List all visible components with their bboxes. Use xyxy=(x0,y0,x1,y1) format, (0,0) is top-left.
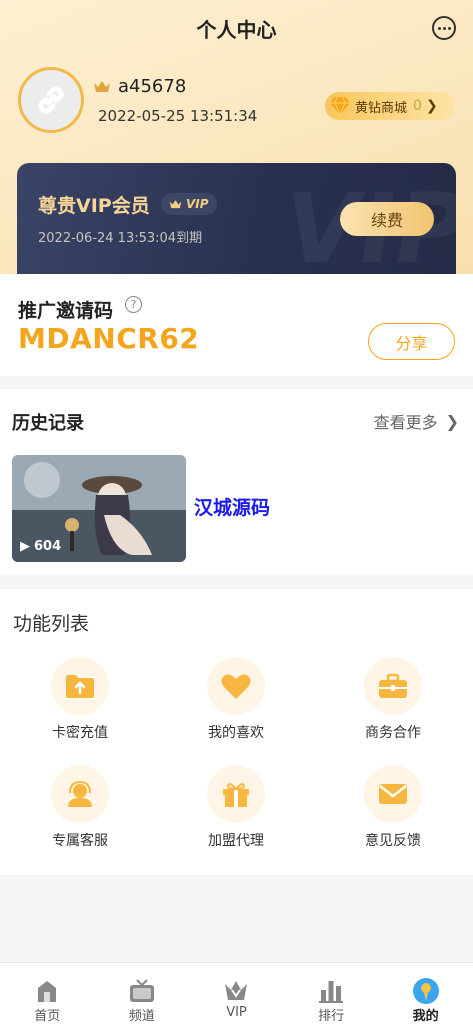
profile-header: 个人中心 a45678 2022-05-25 13:51:34 黄钻商城 0 ❯… xyxy=(0,0,473,274)
registration-time: 2022-05-25 13:51:34 xyxy=(98,107,258,125)
func-label: 专属客服 xyxy=(52,833,108,849)
function-list-title: 功能列表 xyxy=(13,613,90,635)
func-business[interactable]: 商务合作 xyxy=(328,657,458,742)
tab-label: 我的 xyxy=(412,1009,439,1024)
bottom-tab-bar: 首页 频道 VIP 排行 我的 xyxy=(0,962,473,1024)
diamond-mall-label: 黄钻商城 xyxy=(355,100,408,116)
profile-icon xyxy=(412,978,439,1004)
views-count: 604 xyxy=(34,539,62,554)
func-agent[interactable]: 加盟代理 xyxy=(171,765,301,850)
func-feedback[interactable]: 意见反馈 xyxy=(328,765,458,850)
crown-icon xyxy=(169,199,182,208)
diamond-mall-button[interactable]: 黄钻商城 0 ❯ xyxy=(325,92,455,120)
tab-label: 排行 xyxy=(318,1009,345,1024)
history-more-link[interactable]: 查看更多 ❯ xyxy=(374,409,459,433)
tab-label: 首页 xyxy=(34,1009,61,1024)
history-more-label: 查看更多 xyxy=(373,413,438,432)
home-icon xyxy=(38,981,57,1002)
video-title[interactable]: 汉城源码 xyxy=(194,493,270,520)
invite-code: MDANCR62 xyxy=(18,322,200,355)
page-title: 个人中心 xyxy=(196,18,277,42)
mail-icon xyxy=(379,784,407,804)
help-icon[interactable]: ? xyxy=(125,296,142,313)
tab-label: VIP xyxy=(226,1005,247,1020)
heart-icon xyxy=(221,674,251,699)
history-title: 历史记录 xyxy=(12,413,84,434)
chevron-right-icon: ❯ xyxy=(425,98,438,114)
func-label: 商务合作 xyxy=(365,725,421,741)
vip-badge-label: VIP xyxy=(186,197,209,211)
history-section: 历史记录 查看更多 ❯ ▶ 604 汉城源码 xyxy=(0,389,473,575)
views-counter: ▶ 604 xyxy=(20,539,61,554)
link-icon xyxy=(38,86,64,114)
tab-ranking[interactable]: 排行 xyxy=(284,963,379,1024)
vip-title: 尊贵VIP会员 xyxy=(38,195,150,217)
diamond-icon xyxy=(330,96,350,116)
tab-channel[interactable]: 频道 xyxy=(95,963,190,1024)
func-customer-service[interactable]: 专属客服 xyxy=(15,765,145,850)
headset-icon xyxy=(68,780,92,807)
renew-button[interactable]: 续费 xyxy=(340,202,434,236)
function-list-section: 功能列表 卡密充值 我的喜欢 商务合作 专属客服 加盟代理 意见反馈 xyxy=(0,589,473,875)
vip-icon xyxy=(225,981,248,1000)
invite-label: 推广邀请码 xyxy=(18,300,114,322)
tab-label: 频道 xyxy=(128,1009,155,1024)
briefcase-icon xyxy=(379,673,407,698)
video-thumbnail[interactable]: ▶ 604 xyxy=(12,455,186,562)
diamond-count: 0 xyxy=(413,98,422,114)
func-label: 意见反馈 xyxy=(365,833,421,849)
vip-expire-date: 2022-06-24 13:53:04到期 xyxy=(38,231,203,246)
func-my-likes[interactable]: 我的喜欢 xyxy=(171,657,301,742)
crown-icon xyxy=(94,81,110,92)
gift-icon xyxy=(223,783,249,807)
func-label: 我的喜欢 xyxy=(208,725,264,741)
vip-card: VIP 尊贵VIP会员 VIP 2022-06-24 13:53:04到期 续费 xyxy=(17,163,456,274)
chevron-right-icon: ❯ xyxy=(445,411,459,431)
vip-badge: VIP xyxy=(161,193,217,215)
func-card-recharge[interactable]: 卡密充值 xyxy=(15,657,145,742)
avatar[interactable] xyxy=(18,67,84,133)
username: a45678 xyxy=(118,76,187,97)
tv-icon xyxy=(129,979,154,1002)
more-options-icon[interactable] xyxy=(432,16,456,40)
func-label: 加盟代理 xyxy=(208,833,264,849)
play-icon: ▶ xyxy=(20,539,30,554)
tab-home[interactable]: 首页 xyxy=(0,963,95,1024)
tab-vip[interactable]: VIP xyxy=(189,963,284,1024)
invite-section: 推广邀请码 ? MDANCR62 分享 xyxy=(0,274,473,376)
func-label: 卡密充值 xyxy=(52,725,108,741)
chart-icon xyxy=(319,981,344,1003)
tab-mine[interactable]: 我的 xyxy=(378,963,473,1024)
share-button[interactable]: 分享 xyxy=(368,323,455,360)
folder-upload-icon xyxy=(66,675,94,698)
